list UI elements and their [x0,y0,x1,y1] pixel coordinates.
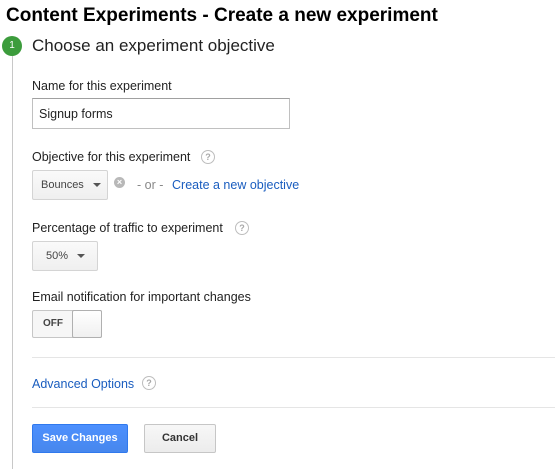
objective-select[interactable]: Bounces [32,170,108,200]
step-number-badge: 1 [2,36,22,56]
chevron-down-icon [93,183,101,187]
advanced-options-link[interactable]: Advanced Options [32,377,134,391]
divider [32,407,555,408]
email-notification-label: Email notification for important changes [32,290,251,304]
cancel-button[interactable]: Cancel [144,424,216,453]
traffic-label: Percentage of traffic to experiment [32,221,223,235]
clear-objective-icon[interactable]: × [114,177,125,188]
objective-help-icon[interactable]: ? [201,150,215,164]
toggle-knob [72,310,102,338]
step-connector-line [12,48,13,469]
objective-select-value: Bounces [41,179,84,191]
step-title: Choose an experiment objective [32,36,275,55]
objective-label: Objective for this experiment [32,150,191,164]
or-separator: - or - [137,178,164,192]
save-changes-button[interactable]: Save Changes [32,424,128,453]
toggle-state-label: OFF [43,318,63,329]
experiment-name-input[interactable] [32,98,290,129]
create-objective-link[interactable]: Create a new objective [172,178,299,192]
experiment-name-label: Name for this experiment [32,79,172,93]
advanced-options-help-icon[interactable]: ? [142,376,156,390]
traffic-select[interactable]: 50% [32,241,98,271]
traffic-select-value: 50% [46,250,69,262]
traffic-help-icon[interactable]: ? [235,221,249,235]
page-title: Content Experiments - Create a new exper… [6,5,438,26]
divider [32,357,555,358]
chevron-down-icon [77,254,85,258]
email-notification-toggle[interactable]: OFF [32,310,102,338]
